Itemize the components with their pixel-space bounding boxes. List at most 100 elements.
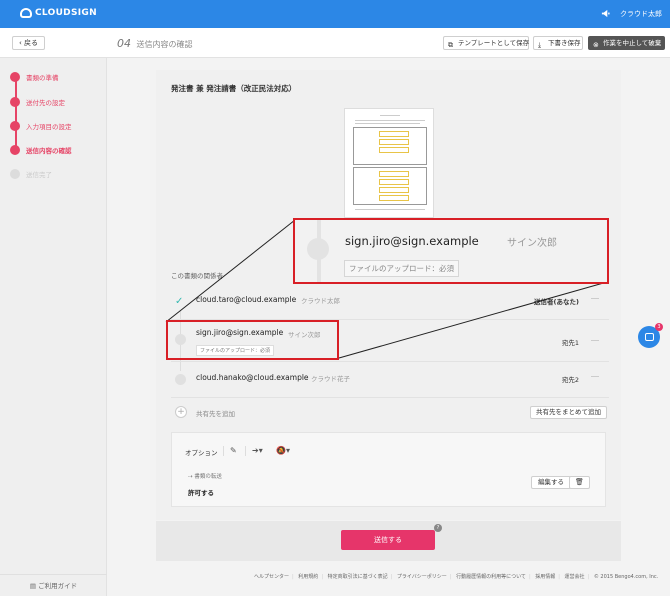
- transfer-label-text: 書類の転送: [194, 474, 222, 480]
- plus-icon[interactable]: +: [175, 406, 187, 418]
- step-label: 入力項目の設定: [26, 123, 72, 131]
- save-draft-button[interactable]: ⤓ 下書き保存: [533, 36, 583, 50]
- step-label: 送付先の設定: [26, 99, 65, 107]
- thumb-field: [379, 187, 409, 193]
- recipient-name: クラウド花子: [311, 375, 350, 383]
- footer-link-privacy[interactable]: プライバシーポリシー: [397, 574, 447, 580]
- footer-link-behavior[interactable]: 行動履歴情報の利用等について: [456, 574, 526, 580]
- step-label: 送信内容の確認: [26, 147, 72, 155]
- thumb-field: [379, 147, 409, 153]
- step-dot-icon: [10, 169, 20, 179]
- recipient-role: 宛先1: [561, 339, 579, 347]
- sidebar: 書類の準備 送付先の設定 入力項目の設定 送信内容の確認 送信完了 ▤ ご利用ガ…: [0, 58, 107, 596]
- chat-icon: [645, 333, 654, 341]
- sidebar-step-recipients[interactable]: 送付先の設定: [10, 97, 65, 107]
- recipient-role: 送信者(あなた): [534, 298, 579, 306]
- thumb-line: [355, 120, 425, 121]
- back-label: 戻る: [24, 39, 39, 47]
- footer-link-terms[interactable]: 利用規約: [298, 574, 318, 580]
- sidebar-step-fields[interactable]: 入力項目の設定: [10, 121, 72, 131]
- pencil-icon[interactable]: ✎: [230, 446, 237, 455]
- close-circle-icon: ⊗: [593, 41, 599, 49]
- footer-link-careers[interactable]: 採用情報: [535, 574, 555, 580]
- top-bar: CLOUDSIGN クラウド太郎: [0, 0, 670, 28]
- zoom-avatar: [307, 238, 329, 260]
- discard-label: 作業を中止して破棄: [603, 39, 662, 47]
- sub-header: ‹ 戻る 04 送信内容の確認 ⧉ テンプレートとして保存 ⤓ 下書き保存 ⊗ …: [0, 28, 670, 58]
- thumb-field: [379, 179, 409, 185]
- options-panel: オプション ✎ ➔▾ 🔕▾ ⇢ 書類の転送 許可する 編集する 🗑: [171, 432, 606, 507]
- recipients-heading: この書類の関係者: [171, 272, 223, 280]
- cloud-logo-icon: [20, 8, 32, 18]
- help-icon[interactable]: ?: [434, 524, 442, 532]
- save-template-label: テンプレートとして保存: [458, 39, 530, 47]
- thumb-field: [379, 131, 409, 137]
- logo-text: CLOUDSIGN: [35, 8, 97, 18]
- drag-handle-icon[interactable]: [591, 298, 599, 299]
- recipient-email: cloud.hanako@cloud.example: [196, 373, 309, 382]
- document-title: 発注書 兼 発注請書（改正民法対応）: [171, 84, 297, 93]
- step-title-text: 送信内容の確認: [136, 40, 193, 49]
- sidebar-step-complete: 送信完了: [10, 169, 52, 179]
- drag-handle-icon[interactable]: [591, 376, 599, 377]
- check-icon: ✓: [175, 296, 184, 307]
- options-label: オプション: [185, 449, 218, 457]
- chat-badge: 3: [655, 323, 663, 331]
- step-dot-icon: [10, 97, 20, 107]
- recipient-row-sender[interactable]: ✓ cloud.taro@cloud.example クラウド太郎 送信者(あな…: [171, 284, 609, 320]
- template-icon: ⧉: [448, 41, 453, 49]
- footer-link-help[interactable]: ヘルプセンター: [254, 574, 289, 580]
- footer-link-commerce[interactable]: 特定商取引法に基づく表記: [328, 574, 388, 580]
- recipient-name: クラウド太郎: [301, 297, 340, 305]
- zoom-upload-badge: ファイルのアップロード：必須: [344, 260, 459, 277]
- sidebar-step-confirm[interactable]: 送信内容の確認: [10, 145, 72, 155]
- trash-icon[interactable]: 🗑: [569, 476, 590, 489]
- drag-handle-icon[interactable]: [591, 340, 599, 341]
- footer-link-company[interactable]: 運営会社: [565, 574, 585, 580]
- guide-link[interactable]: ▤ ご利用ガイド: [0, 574, 107, 596]
- progress-line: [15, 76, 17, 150]
- back-button[interactable]: ‹ 戻る: [12, 36, 45, 50]
- transfer-label: ⇢ 書類の転送: [188, 474, 222, 480]
- guide-label: ご利用ガイド: [38, 582, 78, 590]
- discard-button[interactable]: ⊗ 作業を中止して破棄: [588, 36, 665, 50]
- add-share-row: + 共有先を追加 共有先をまとめて追加: [171, 400, 609, 426]
- save-template-button[interactable]: ⧉ テンプレートとして保存: [443, 36, 529, 50]
- megaphone-icon[interactable]: [601, 9, 610, 18]
- divider: [223, 446, 224, 456]
- document-thumbnail[interactable]: [344, 108, 434, 218]
- step-dot-icon: [10, 72, 20, 82]
- download-icon: ⤓: [538, 41, 542, 49]
- thumb-line: [355, 123, 420, 124]
- recipient-avatar: [175, 374, 186, 385]
- user-menu[interactable]: クラウド太郎: [620, 9, 662, 19]
- zoom-callout: sign.jiro@sign.example サイン次郎 ファイルのアップロード…: [293, 218, 609, 284]
- send-button[interactable]: 送信する: [341, 530, 435, 550]
- step-number: 04: [117, 37, 131, 50]
- highlight-box: [166, 320, 339, 360]
- edit-button[interactable]: 編集する: [531, 476, 571, 489]
- divider: [245, 446, 246, 456]
- recipient-role: 宛先2: [561, 376, 579, 384]
- add-share-label[interactable]: 共有先を追加: [196, 408, 235, 418]
- zoom-name: サイン次郎: [507, 238, 557, 249]
- forward-arrow-icon[interactable]: ➔▾: [252, 446, 263, 455]
- thumb-line: [380, 115, 400, 116]
- page-title: 04 送信内容の確認: [117, 37, 193, 50]
- recipient-row-2[interactable]: cloud.hanako@cloud.example クラウド花子 宛先2: [171, 362, 609, 398]
- zoom-email: sign.jiro@sign.example: [345, 234, 479, 248]
- sidebar-step-prepare[interactable]: 書類の準備: [10, 72, 59, 82]
- step-dot-icon: [10, 121, 20, 131]
- thumb-field: [379, 171, 409, 177]
- add-bulk-button[interactable]: 共有先をまとめて追加: [530, 406, 607, 419]
- thumb-line: [355, 209, 425, 210]
- step-label: 送信完了: [26, 171, 52, 179]
- copyright: © 2015 Bengo4.com, Inc.: [593, 574, 659, 580]
- logo[interactable]: CLOUDSIGN: [20, 8, 97, 18]
- footer: ヘルプセンター | 利用規約 | 特定商取引法に基づく表記 | プライバシーポリシー |…: [254, 574, 659, 580]
- thumb-field: [379, 139, 409, 145]
- bell-off-icon[interactable]: 🔕▾: [276, 446, 290, 455]
- save-draft-label: 下書き保存: [548, 39, 581, 47]
- thumb-field: [379, 195, 409, 201]
- step-label: 書類の準備: [26, 74, 59, 82]
